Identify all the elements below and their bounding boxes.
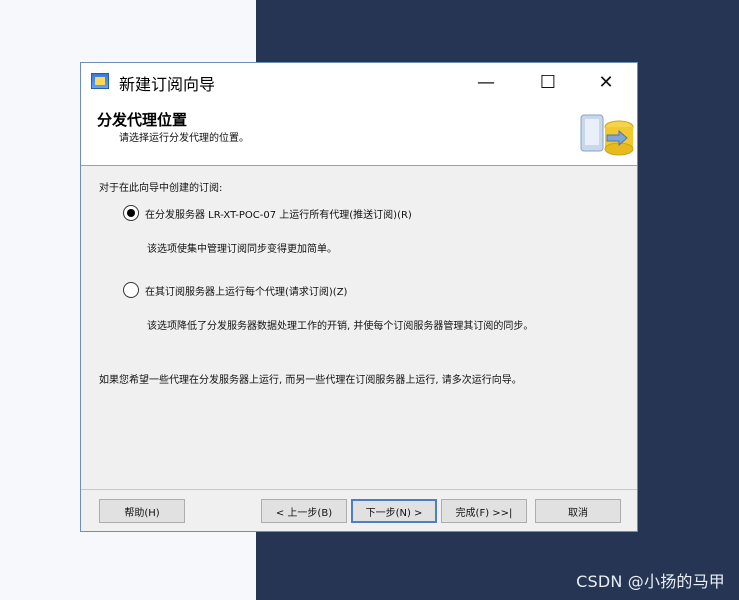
radio-button-selected[interactable] bbox=[123, 205, 139, 221]
intro-text: 对于在此向导中创建的订阅: bbox=[99, 183, 223, 194]
button-bar-divider bbox=[81, 489, 637, 490]
wizard-header-icon bbox=[580, 114, 634, 156]
maximize-button[interactable]: ☐ bbox=[525, 63, 571, 101]
footer-note: 如果您希望一些代理在分发服务器上运行, 而另一些代理在订阅服务器上运行, 请多次… bbox=[99, 375, 522, 386]
radio-button[interactable] bbox=[123, 282, 139, 298]
cancel-button[interactable]: 取消 bbox=[535, 499, 621, 523]
page-subtitle: 请选择运行分发代理的位置。 bbox=[119, 133, 249, 144]
title-bar: 新建订阅向导 — ☐ ✕ bbox=[81, 63, 637, 101]
wizard-content: 对于在此向导中创建的订阅: 在分发服务器 LR-XT-POC-07 上运行所有代… bbox=[81, 166, 637, 481]
option-push-description: 该选项使集中管理订阅同步变得更加简单。 bbox=[147, 244, 337, 255]
option-push-label: 在分发服务器 LR-XT-POC-07 上运行所有代理(推送订阅)(R) bbox=[145, 209, 412, 221]
help-button[interactable]: 帮助(H) bbox=[99, 499, 185, 523]
next-button[interactable]: 下一步(N) > bbox=[351, 499, 437, 523]
watermark: CSDN @小扬的马甲 bbox=[576, 572, 725, 591]
new-subscription-wizard-dialog: 新建订阅向导 — ☐ ✕ 分发代理位置 请选择运行分发代理的位置。 对于在此向导… bbox=[80, 62, 638, 532]
option-pull-label: 在其订阅服务器上运行每个代理(请求订阅)(Z) bbox=[145, 286, 348, 298]
close-button[interactable]: ✕ bbox=[583, 63, 629, 101]
window-title: 新建订阅向导 bbox=[119, 75, 216, 94]
radio-dot bbox=[127, 209, 135, 217]
page-title: 分发代理位置 bbox=[97, 111, 188, 129]
previous-button[interactable]: < 上一步(B) bbox=[261, 499, 347, 523]
option-pull-subscription[interactable]: 在其订阅服务器上运行每个代理(请求订阅)(Z) bbox=[123, 282, 347, 298]
minimize-button[interactable]: — bbox=[463, 63, 509, 101]
option-push-subscription[interactable]: 在分发服务器 LR-XT-POC-07 上运行所有代理(推送订阅)(R) bbox=[123, 205, 412, 221]
wizard-header: 分发代理位置 请选择运行分发代理的位置。 bbox=[81, 101, 637, 166]
finish-button[interactable]: 完成(F) >>| bbox=[441, 499, 527, 523]
option-pull-description: 该选项降低了分发服务器数据处理工作的开销, 并使每个订阅服务器管理其订阅的同步。 bbox=[147, 321, 534, 332]
app-icon bbox=[91, 73, 109, 89]
